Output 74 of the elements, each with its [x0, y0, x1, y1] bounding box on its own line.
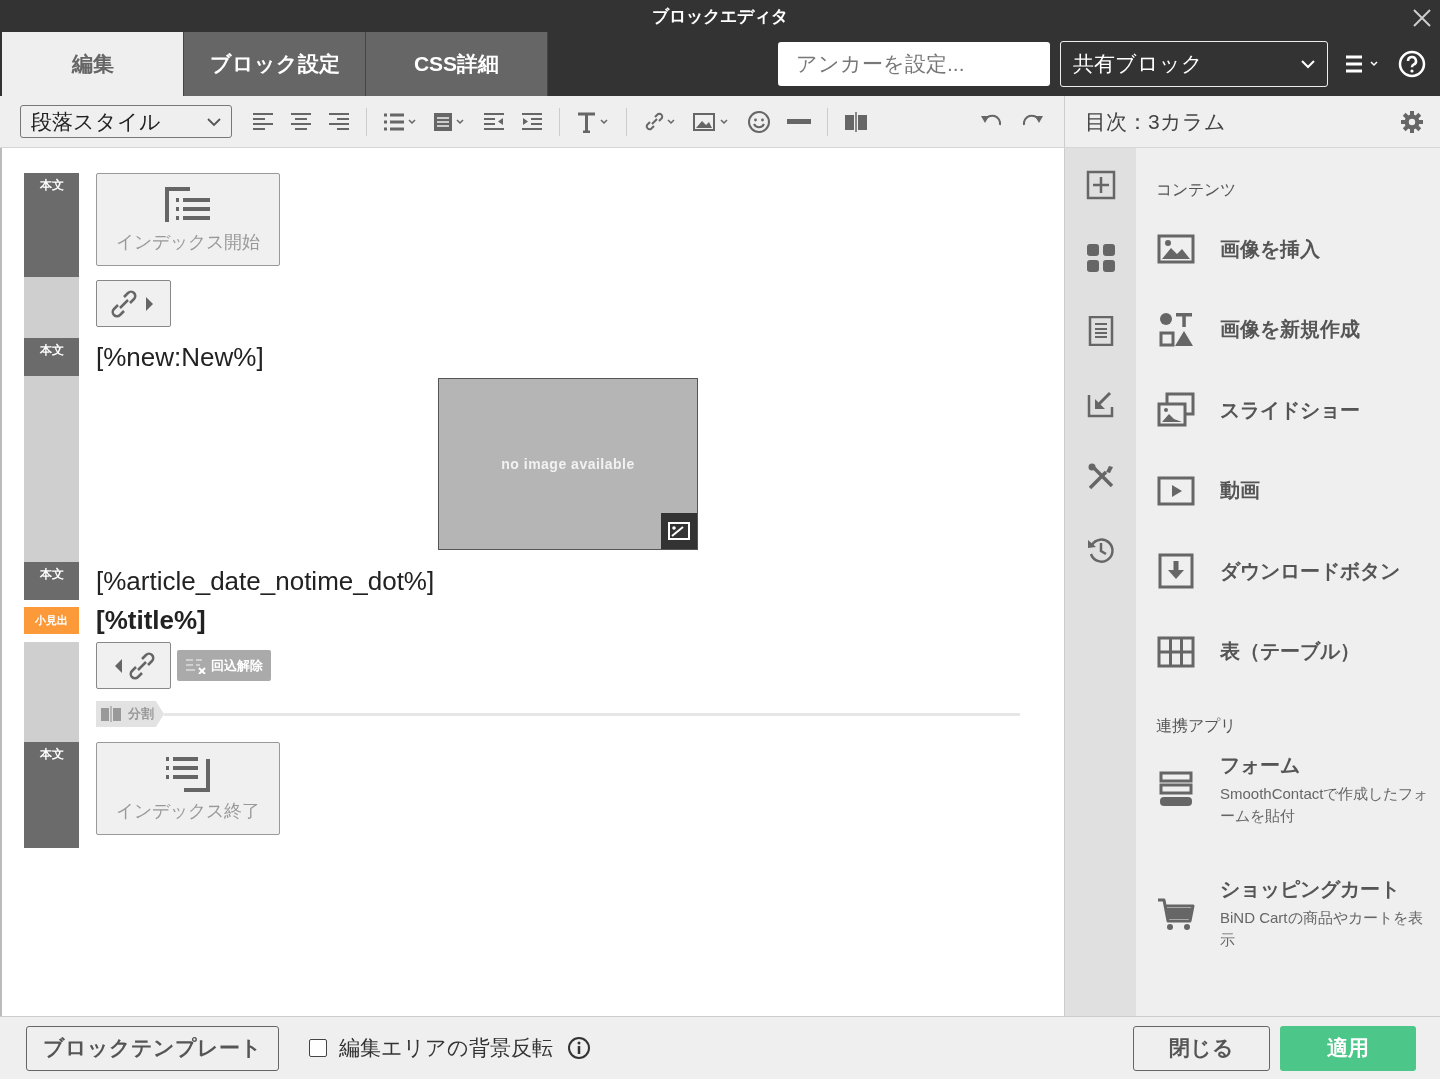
panel-title: 目次：3カラム [1085, 108, 1226, 135]
section-heading: コンテンツ [1156, 180, 1237, 200]
block-label[interactable]: 本文 [24, 742, 79, 848]
item-description: BiND Cartの商品やカートを表示 [1220, 908, 1424, 951]
heading-text[interactable]: [%title%] [96, 607, 206, 634]
image-placeholder-text: no image available [501, 456, 635, 472]
block-icon[interactable] [433, 111, 467, 132]
item-label: ショッピングカート [1220, 877, 1401, 903]
outdent-icon[interactable] [483, 111, 505, 132]
align-center-icon[interactable] [290, 111, 312, 132]
menu-icon[interactable] [1346, 55, 1380, 73]
column-split-icon[interactable] [844, 110, 868, 133]
text-style-icon[interactable] [576, 110, 610, 133]
block-label[interactable]: 本文 [24, 562, 79, 600]
item-label: ダウンロードボタン [1220, 558, 1400, 584]
paragraph-style-select[interactable]: 段落スタイル [20, 105, 232, 138]
block-label[interactable]: 本文 [24, 338, 79, 376]
tab[interactable]: ブロック設定 [184, 32, 366, 96]
align-right-icon[interactable] [328, 111, 350, 132]
emoji-icon[interactable] [747, 109, 771, 134]
link-next-button[interactable] [96, 280, 171, 327]
item-label: 動画 [1220, 478, 1260, 504]
add-content-item[interactable]: フォーム SmoothContactで作成したフォームを貼付 [1156, 745, 1430, 834]
item-label: 画像を新規作成 [1220, 317, 1360, 343]
download-icon [1156, 551, 1196, 592]
block-template-button[interactable]: ブロックテンプレート [26, 1025, 279, 1071]
add-content-item[interactable]: 動画 [1156, 450, 1430, 532]
index-marker-label: インデックス開始 [116, 230, 260, 254]
help-icon[interactable] [1398, 50, 1426, 78]
split-icon [100, 705, 122, 723]
add-content-item[interactable]: ショッピングカート BiND Cartの商品やカートを表示 [1156, 869, 1430, 958]
template-text[interactable]: [%new:New%] [96, 338, 264, 376]
add-content-item[interactable]: ダウンロードボタン [1156, 531, 1430, 612]
template-text[interactable]: [%article_date_notime_dot%] [96, 562, 435, 600]
close-icon[interactable] [1412, 8, 1432, 28]
link-icon[interactable] [643, 110, 677, 133]
checkbox-label: 編集エリアの背景反転 [339, 1035, 553, 1061]
bullet-list-icon[interactable] [383, 111, 417, 132]
anchor-field[interactable]: アンカーを設定... [778, 42, 1050, 86]
shared-block-select[interactable]: 共有ブロック [1060, 41, 1328, 87]
image-icon [668, 522, 690, 540]
checkbox[interactable] [309, 1039, 327, 1057]
item-description: SmoothContactで作成したフォームを貼付 [1220, 783, 1430, 826]
chevron-icon [207, 116, 221, 127]
add-block-icon[interactable] [1085, 170, 1116, 200]
grid-icon[interactable] [1085, 243, 1116, 273]
info-icon[interactable] [567, 1036, 591, 1060]
section-heading: 連携アプリ [1156, 716, 1237, 737]
index-marker-label: インデックス終了 [116, 799, 260, 823]
chevron-icon [1301, 59, 1315, 69]
add-content-item[interactable]: スライドショー [1156, 370, 1430, 451]
image-icon[interactable] [693, 110, 731, 133]
item-label: フォーム [1220, 752, 1301, 778]
settings-icon[interactable] [1400, 109, 1424, 134]
index-start-icon [164, 185, 212, 224]
item-label: 画像を挿入 [1220, 236, 1320, 262]
image-replace-button[interactable] [661, 513, 697, 549]
import-icon[interactable] [1085, 389, 1116, 419]
add-content-item[interactable]: 画像を挿入 [1156, 209, 1430, 290]
tab[interactable]: CSS詳細 [366, 32, 548, 96]
item-label: スライドショー [1220, 397, 1360, 423]
item-label: 表（テーブル） [1220, 639, 1360, 665]
add-content-item[interactable]: 画像を新規作成 [1156, 289, 1430, 371]
tab[interactable]: 編集 [2, 32, 184, 96]
align-left-icon[interactable] [252, 111, 274, 132]
add-content-item[interactable]: 表（テーブル） [1156, 611, 1430, 693]
history-icon[interactable] [1085, 535, 1116, 565]
indent-icon[interactable] [521, 111, 543, 132]
block-label[interactable]: 本文 [24, 173, 79, 277]
index-end-icon [164, 754, 212, 793]
window-title: ブロックエディタ [652, 5, 788, 28]
unwrap-icon [185, 657, 207, 674]
link-prev-button[interactable] [96, 642, 171, 689]
close-button[interactable]: 閉じる [1133, 1025, 1270, 1071]
